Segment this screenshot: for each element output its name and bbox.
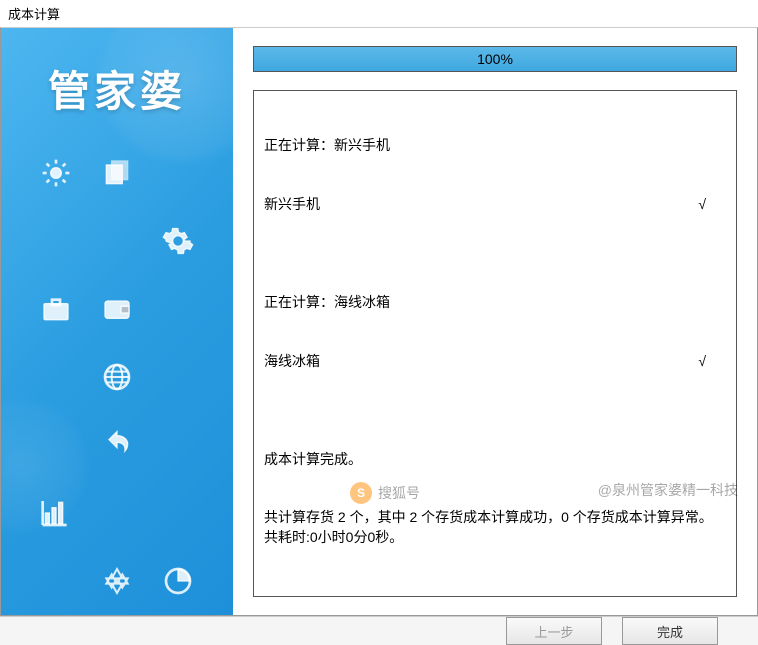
documents-icon xyxy=(92,149,143,197)
blank-icon-10 xyxy=(152,489,203,537)
log-output: 正在计算：新兴手机 新兴手机√ 正在计算：海线冰箱 海线冰箱√ 成本计算完成。 … xyxy=(253,90,737,597)
blank-icon-5 xyxy=(31,353,82,401)
log-check xyxy=(706,293,726,313)
wizard-button-row: 上一步 完成 xyxy=(0,616,758,645)
app-window: 成本计算 管家婆 xyxy=(0,0,758,512)
wallet-icon xyxy=(92,285,143,333)
log-line: 新兴手机 xyxy=(264,195,320,215)
sidebar: 管家婆 xyxy=(1,28,233,615)
prev-button[interactable]: 上一步 xyxy=(506,617,602,645)
content-area: 管家婆 xyxy=(0,27,758,616)
window-title: 成本计算 xyxy=(0,0,758,27)
log-check xyxy=(706,136,726,156)
blank-icon-9 xyxy=(92,489,143,537)
log-line: 正在计算：海线冰箱 xyxy=(264,293,390,313)
blank-icon-11 xyxy=(31,557,82,605)
log-line: 成本计算完成。 xyxy=(264,450,362,470)
main-panel: 100% 正在计算：新兴手机 新兴手机 √ 正在计算：海线冰箱 海线冰箱 √ 成本计… xyxy=(233,28,757,615)
blank-icon-8 xyxy=(152,421,203,469)
bar-chart-icon xyxy=(31,489,82,537)
undo-icon xyxy=(92,421,143,469)
pie-chart-icon xyxy=(152,557,203,605)
star-of-david-icon xyxy=(92,557,143,605)
blank-icon-7 xyxy=(31,421,82,469)
globe-icon xyxy=(92,353,143,401)
blank-icon-3 xyxy=(92,217,143,265)
gear-icon xyxy=(152,217,203,265)
sun-icon xyxy=(31,149,82,197)
log-line: 正在计算：新兴手机 xyxy=(264,136,390,156)
blank-icon-2 xyxy=(31,217,82,265)
log-check: √ xyxy=(698,352,726,372)
blank-icon-4 xyxy=(152,285,203,333)
briefcase-icon xyxy=(31,285,82,333)
blank-icon xyxy=(152,149,203,197)
log-line: 海线冰箱 xyxy=(264,352,320,372)
sidebar-icon-grid xyxy=(1,139,233,615)
progress-bar: 100% xyxy=(253,46,737,72)
log-check: √ xyxy=(698,195,726,215)
finish-button[interactable]: 完成 xyxy=(622,617,718,645)
log-line: 共计算存货 2 个，其中 2 个存货成本计算成功，0 个存货成本计算异常。共耗时… xyxy=(264,508,726,547)
blank-icon-6 xyxy=(152,353,203,401)
brand-logo-text: 管家婆 xyxy=(1,28,233,139)
progress-text: 100% xyxy=(254,47,736,71)
